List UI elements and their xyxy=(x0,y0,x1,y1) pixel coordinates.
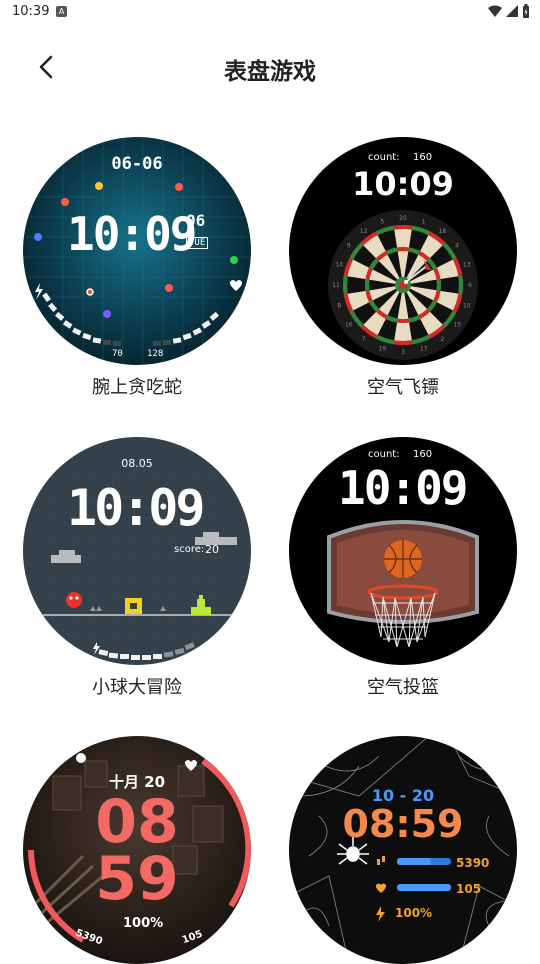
dartboard-number: 6 xyxy=(468,282,472,289)
status-icons xyxy=(488,4,530,18)
dartboard-segment xyxy=(394,229,412,248)
ball-score-label: score: xyxy=(174,544,205,555)
game-name-ball: 小球大冒险 xyxy=(92,677,182,698)
watch-face-darts: count: 160 10:09 20 1 18 4 13 6 10 15 2 17 3 19 7 16 8… xyxy=(289,137,517,365)
dartboard-number: 3 xyxy=(401,349,405,356)
watch-face-spider: 10 - 20 08:59 5390 105 100% xyxy=(289,736,517,964)
dartboard-number: 15 xyxy=(453,321,461,328)
spider-heart: 105 xyxy=(456,882,482,896)
game-card-haunted[interactable]: 十月 20 08 59 100% 5390 105 xyxy=(23,736,251,964)
signal-icon xyxy=(506,5,518,17)
cloud-decor xyxy=(51,550,81,563)
snake-bottom-left: 70 xyxy=(112,349,123,359)
dartboard-number: 2 xyxy=(440,336,444,343)
haunted-hour: 08 xyxy=(95,787,179,857)
spider-web xyxy=(289,736,517,964)
game-name-basketball: 空气投篮 xyxy=(367,677,439,698)
heart-icon xyxy=(229,280,243,291)
snake-date: 06-06 xyxy=(111,154,163,174)
dartboard-segment xyxy=(436,279,441,291)
snake-seconds: 06 xyxy=(186,211,206,230)
dartboard-segment xyxy=(397,318,409,323)
dartboard-number: 10 xyxy=(463,303,471,310)
game-card-snake[interactable]: 06-06 10:09 06 TUE 70 128 腕上贪吃蛇 xyxy=(23,137,251,398)
watch-face-ball: 08.05 10:09 score: 20 xyxy=(23,437,251,665)
game-card-ball[interactable]: 08.05 10:09 score: 20 小球大冒险 xyxy=(23,437,251,698)
dartboard-segment xyxy=(458,275,463,295)
haunted-battery: 100% xyxy=(123,916,164,931)
game-card-spider[interactable]: 10 - 20 08:59 5390 105 100% xyxy=(289,736,517,964)
haunted-minute: 59 xyxy=(95,844,179,914)
battery-icon xyxy=(523,4,529,18)
snake-bottom-right: 128 xyxy=(147,349,164,359)
wifi-icon xyxy=(488,5,502,17)
dartboard-segment xyxy=(393,340,413,345)
watch-face-snake: 06-06 10:09 06 TUE 70 128 xyxy=(23,137,251,365)
watch-face-haunted: 十月 20 08 59 100% 5390 105 xyxy=(23,736,251,964)
dartboard-number: 19 xyxy=(378,346,386,353)
dartboard-segment xyxy=(440,276,459,294)
dartboard-segment xyxy=(397,247,409,252)
dartboard-number: 14 xyxy=(335,261,343,268)
dartboard-number: 1 xyxy=(422,218,426,225)
dartboard-number: 20 xyxy=(399,215,407,222)
status-time: 10:39 xyxy=(12,4,50,19)
dartboard-number: 5 xyxy=(380,218,384,225)
page-title: 表盘游戏 xyxy=(224,59,316,85)
spider-time: 08:59 xyxy=(342,802,464,846)
bolt-icon xyxy=(35,283,43,300)
dartboard-number: 9 xyxy=(347,243,351,250)
dartboard-number: 8 xyxy=(337,303,341,310)
spider-battery: 100% xyxy=(395,906,433,920)
ball-time: 10:09 xyxy=(67,479,206,537)
steps-icon xyxy=(76,753,86,763)
dartboard-number: 13 xyxy=(463,261,471,268)
dartboard-number: 16 xyxy=(345,321,353,328)
dartboard-number: 12 xyxy=(360,228,368,235)
dartboard-segment xyxy=(343,275,348,295)
steps-icon xyxy=(377,856,385,865)
dartboard-segment xyxy=(394,322,412,341)
notification-icon: A xyxy=(56,6,67,17)
darts-time: 10:09 xyxy=(352,165,454,203)
game-name-snake: 腕上贪吃蛇 xyxy=(92,377,182,398)
dartboard-number: 11 xyxy=(332,282,340,289)
snake-time: 10:09 xyxy=(67,207,197,261)
darts-count-label: count: xyxy=(368,152,400,163)
darts-count: 160 xyxy=(413,152,433,163)
dartboard-segment xyxy=(365,279,370,291)
ball-date: 08.05 xyxy=(121,457,153,470)
dartboard-number: 4 xyxy=(455,243,459,250)
snake-weekday: TUE xyxy=(186,237,209,249)
ball-score: 20 xyxy=(205,543,219,556)
game-card-basketball[interactable]: count: 160 10:09 空气投篮 xyxy=(289,437,517,698)
watch-face-basketball: count: 160 10:09 xyxy=(289,437,517,665)
dartboard-number: 18 xyxy=(439,228,447,235)
game-name-darts: 空气飞镖 xyxy=(367,377,439,398)
dartboard-segment xyxy=(393,225,413,230)
status-bar: 10:39 A xyxy=(0,0,540,24)
dartboard-number: 17 xyxy=(420,346,428,353)
dartboard: 20 1 18 4 13 6 10 15 2 17 3 19 7 16 8 11 14 9 12 5 xyxy=(328,210,478,360)
game-card-darts[interactable]: count: 160 10:09 20 1 18 4 13 6 10 15 2 17 3 19 7 16 8… xyxy=(289,137,517,398)
bolt-icon xyxy=(376,906,385,922)
dartboard-segment xyxy=(347,276,366,294)
dartboard-number: 7 xyxy=(362,336,366,343)
basketball-scene xyxy=(327,520,479,648)
spider-steps: 5390 xyxy=(456,856,490,870)
heart-icon xyxy=(375,883,387,893)
